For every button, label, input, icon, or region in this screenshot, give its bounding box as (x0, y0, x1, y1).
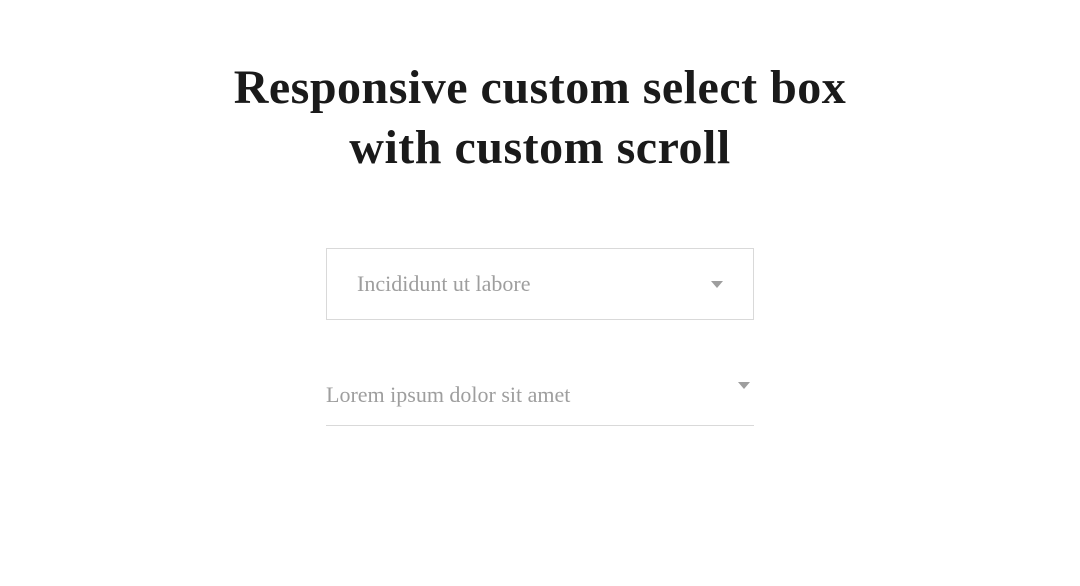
select-box-1[interactable]: Incididunt ut labore (326, 248, 754, 320)
select-value: Lorem ipsum dolor sit amet (326, 382, 738, 408)
chevron-down-icon (711, 281, 723, 288)
page-title: Responsive custom select box with custom… (190, 58, 890, 178)
chevron-down-icon (738, 382, 750, 389)
select-value: Incididunt ut labore (357, 271, 711, 297)
select-box-2[interactable]: Lorem ipsum dolor sit amet (326, 376, 754, 426)
